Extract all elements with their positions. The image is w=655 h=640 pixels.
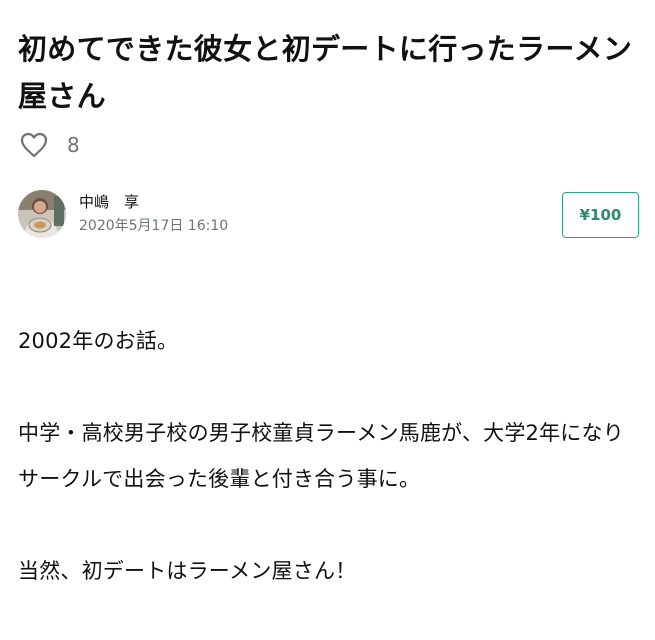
- article-body: 2002年のお話。 中学・高校男子校の男子校童貞ラーメン馬鹿が、大学2年になりサ…: [18, 318, 643, 640]
- paragraph: 当然、初デートはラーメン屋さん！: [18, 559, 357, 583]
- avatar-photo: [18, 190, 66, 238]
- author-info: 中嶋 享 2020年5月17日 16:10: [18, 190, 228, 238]
- like-button[interactable]: [19, 130, 49, 160]
- post-date: 2020年5月17日 16:10: [79, 218, 229, 234]
- paragraph: 2002年のお話。: [18, 329, 179, 353]
- like-section: 8: [19, 130, 80, 160]
- heart-outline-icon: [20, 132, 48, 158]
- author-name[interactable]: 中嶋 享: [79, 191, 228, 213]
- price-button[interactable]: ¥100: [562, 192, 639, 238]
- article-title: 初めてできた彼女と初デートに行ったラーメン屋さん: [18, 32, 633, 113]
- author-avatar[interactable]: [18, 190, 66, 238]
- like-count: 8: [67, 133, 80, 157]
- paragraph: 中学・高校男子校の男子校童貞ラーメン馬鹿が、大学2年になりサークルで出会った後輩…: [18, 421, 624, 491]
